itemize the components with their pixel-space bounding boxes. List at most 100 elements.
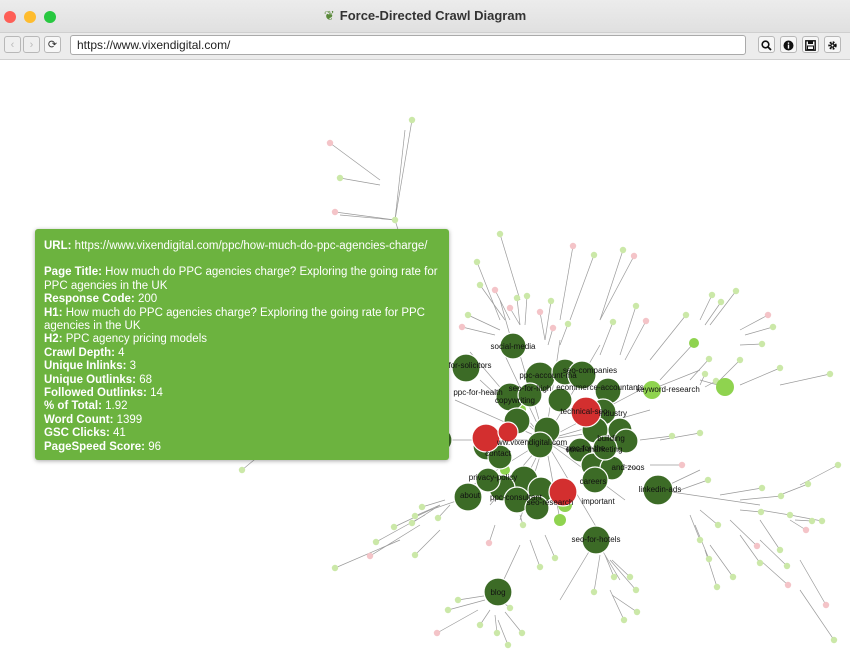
- graph-node[interactable]: [554, 514, 566, 526]
- graph-node[interactable]: [632, 586, 640, 594]
- graph-node[interactable]: [757, 508, 765, 516]
- graph-node[interactable]: [822, 601, 830, 609]
- graph-node[interactable]: [464, 311, 472, 319]
- graph-node[interactable]: [331, 208, 339, 216]
- graph-node[interactable]: [708, 291, 716, 299]
- graph-node[interactable]: [408, 116, 416, 124]
- graph-node[interactable]: [729, 573, 737, 581]
- graph-node[interactable]: [717, 298, 725, 306]
- graph-node[interactable]: [689, 338, 699, 348]
- search-button[interactable]: [758, 36, 775, 53]
- graph-node[interactable]: [630, 252, 638, 260]
- graph-node[interactable]: [716, 378, 734, 396]
- graph-node[interactable]: [705, 555, 713, 563]
- graph-node[interactable]: [696, 429, 704, 437]
- graph-node[interactable]: [336, 174, 344, 182]
- graph-node[interactable]: [769, 323, 777, 331]
- back-button[interactable]: ‹: [4, 36, 21, 53]
- graph-node[interactable]: [504, 641, 512, 649]
- graph-node[interactable]: [523, 292, 531, 300]
- graph-node[interactable]: [834, 461, 842, 469]
- graph-node[interactable]: [784, 581, 792, 589]
- settings-button[interactable]: [824, 36, 841, 53]
- graph-node[interactable]: [732, 287, 740, 295]
- graph-node[interactable]: [764, 311, 772, 319]
- graph-node[interactable]: [331, 564, 339, 572]
- graph-node[interactable]: [444, 606, 452, 614]
- graph-node[interactable]: [736, 356, 744, 364]
- graph-node[interactable]: [411, 551, 419, 559]
- graph-node[interactable]: [551, 554, 559, 562]
- graph-node[interactable]: [776, 364, 784, 372]
- graph-node[interactable]: [713, 583, 721, 591]
- graph-node[interactable]: [485, 539, 493, 547]
- graph-node[interactable]: [714, 521, 722, 529]
- save-button[interactable]: [802, 36, 819, 53]
- graph-node[interactable]: [506, 304, 514, 312]
- graph-node[interactable]: [590, 251, 598, 259]
- graph-node[interactable]: [491, 286, 499, 294]
- graph-node[interactable]: [610, 573, 618, 581]
- graph-node[interactable]: [391, 216, 399, 224]
- graph-node[interactable]: [476, 281, 484, 289]
- graph-node[interactable]: [458, 323, 466, 331]
- graph-node[interactable]: [433, 629, 441, 637]
- graph-node[interactable]: [626, 573, 634, 581]
- graph-node[interactable]: [454, 596, 462, 604]
- graph-node[interactable]: [620, 616, 628, 624]
- graph-node[interactable]: [802, 526, 810, 534]
- graph-node[interactable]: [776, 546, 784, 554]
- graph-node[interactable]: [783, 562, 791, 570]
- graph-node[interactable]: [518, 629, 526, 637]
- graph-node[interactable]: [701, 370, 709, 378]
- graph-node[interactable]: [758, 484, 766, 492]
- graph-node[interactable]: [804, 480, 812, 488]
- graph-node[interactable]: [408, 519, 416, 527]
- graph-node[interactable]: [411, 512, 419, 520]
- graph-node[interactable]: [493, 629, 501, 637]
- graph-node[interactable]: [678, 461, 686, 469]
- url-field[interactable]: https://www.vixendigital.com/: [70, 35, 746, 55]
- graph-node[interactable]: [619, 246, 627, 254]
- graph-node[interactable]: [513, 294, 521, 302]
- graph-node[interactable]: [609, 318, 617, 326]
- graph-node[interactable]: [590, 588, 598, 596]
- graph-node[interactable]: [758, 340, 766, 348]
- graph-node[interactable]: [682, 311, 690, 319]
- graph-node[interactable]: [471, 423, 501, 453]
- graph-node[interactable]: [536, 563, 544, 571]
- graph-node[interactable]: [696, 536, 704, 544]
- graph-node[interactable]: [786, 511, 794, 519]
- graph-node[interactable]: [632, 302, 640, 310]
- graph-node[interactable]: [633, 608, 641, 616]
- graph-node[interactable]: [668, 432, 676, 440]
- graph-node[interactable]: [830, 636, 838, 644]
- graph-node[interactable]: [473, 258, 481, 266]
- graph-node[interactable]: [753, 542, 761, 550]
- graph-node[interactable]: [569, 242, 577, 250]
- graph-node[interactable]: [434, 514, 442, 522]
- graph-node[interactable]: [506, 604, 514, 612]
- graph-node[interactable]: [326, 139, 334, 147]
- graph-node[interactable]: [418, 503, 426, 511]
- graph-node[interactable]: [705, 355, 713, 363]
- graph-node[interactable]: [826, 370, 834, 378]
- graph-node[interactable]: [238, 466, 246, 474]
- graph-node[interactable]: [756, 559, 764, 567]
- graph-node[interactable]: [777, 492, 785, 500]
- graph-node[interactable]: [390, 523, 398, 531]
- graph-node[interactable]: [536, 308, 544, 316]
- graph-node[interactable]: [549, 324, 557, 332]
- forward-button[interactable]: ›: [23, 36, 40, 53]
- graph-node[interactable]: [564, 320, 572, 328]
- graph-node[interactable]: [372, 538, 380, 546]
- graph-node[interactable]: [642, 317, 650, 325]
- info-button[interactable]: [780, 36, 797, 53]
- graph-node[interactable]: [366, 552, 374, 560]
- graph-node[interactable]: [704, 476, 712, 484]
- graph-node[interactable]: [818, 517, 826, 525]
- refresh-button[interactable]: ⟳: [44, 36, 61, 53]
- graph-node[interactable]: [476, 621, 484, 629]
- graph-node[interactable]: [808, 517, 816, 525]
- graph-node[interactable]: [496, 230, 504, 238]
